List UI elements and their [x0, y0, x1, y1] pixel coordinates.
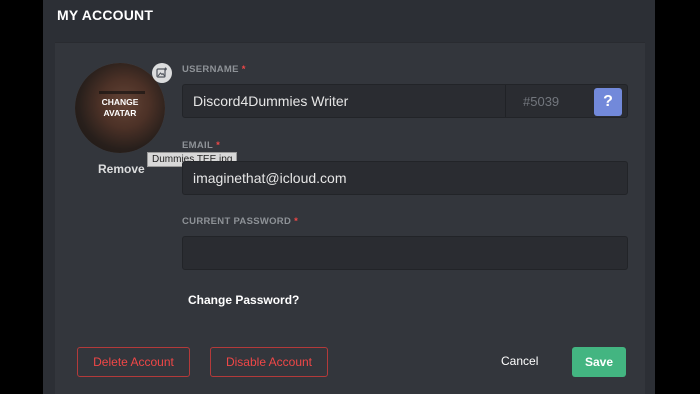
help-button[interactable]: ?: [594, 88, 622, 116]
account-card: CHANGE AVATAR Remove Dummies TEE.jpg USE…: [55, 42, 645, 394]
screen: MY ACCOUNT CHANGE AVATAR Remove Dummies …: [0, 0, 700, 394]
current-password-label: CURRENT PASSWORD *: [182, 216, 298, 227]
my-account-panel: MY ACCOUNT CHANGE AVATAR Remove Dummies …: [43, 0, 655, 394]
discriminator-divider: [505, 85, 506, 117]
delete-account-button[interactable]: Delete Account: [77, 347, 190, 377]
username-label-text: USERNAME: [182, 64, 239, 75]
required-marker: *: [294, 216, 299, 227]
cancel-button[interactable]: Cancel: [501, 354, 538, 368]
remove-avatar-link[interactable]: Remove: [98, 162, 145, 176]
page-title: MY ACCOUNT: [57, 7, 154, 23]
username-field[interactable]: Discord4Dummies Writer #5039 ?: [182, 84, 628, 118]
change-avatar-label: CHANGE AVATAR: [101, 97, 139, 118]
current-password-label-text: CURRENT PASSWORD: [182, 216, 292, 227]
avatar-overlay: CHANGE AVATAR: [75, 63, 165, 153]
username-value[interactable]: Discord4Dummies Writer: [193, 93, 348, 109]
upload-glyph: [156, 67, 167, 78]
disable-account-button[interactable]: Disable Account: [210, 347, 328, 377]
current-password-field[interactable]: [182, 236, 628, 270]
required-marker: *: [241, 64, 246, 75]
email-label: EMAIL *: [182, 140, 220, 151]
email-label-text: EMAIL: [182, 140, 214, 151]
username-label: USERNAME *: [182, 64, 246, 75]
avatar[interactable]: CHANGE AVATAR: [75, 63, 165, 153]
discriminator: #5039: [523, 94, 560, 109]
required-marker: *: [216, 140, 221, 151]
save-button[interactable]: Save: [572, 347, 626, 377]
email-value[interactable]: imaginethat@icloud.com: [193, 170, 347, 186]
image-plus-icon[interactable]: [152, 63, 172, 83]
change-password-link[interactable]: Change Password?: [188, 293, 299, 307]
email-field[interactable]: imaginethat@icloud.com: [182, 161, 628, 195]
